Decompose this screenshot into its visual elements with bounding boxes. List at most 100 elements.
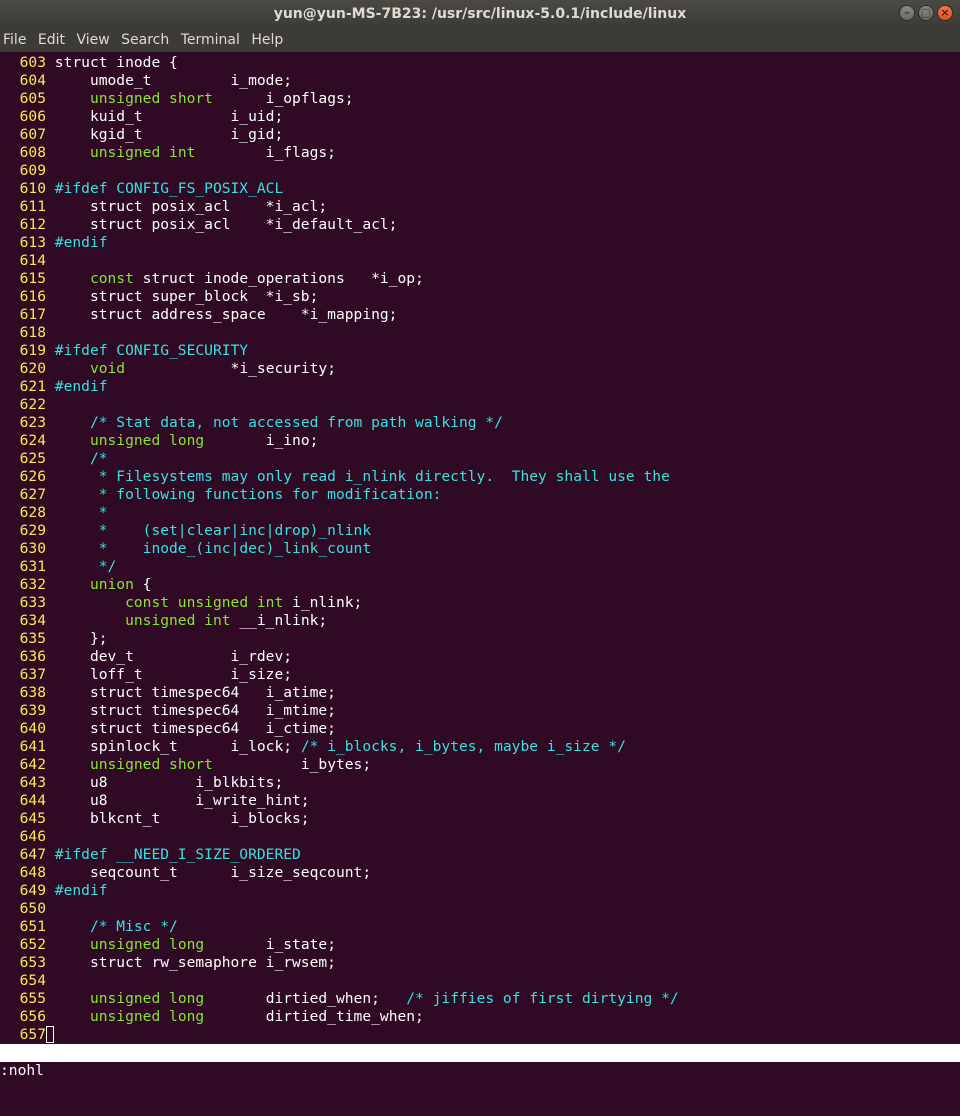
code-token: loff_t i_size;	[54, 666, 293, 683]
code-token: dirtied_when;	[204, 990, 407, 1007]
menu-search[interactable]: Search	[118, 28, 173, 52]
code-text: blkcnt_t i_blocks;	[46, 810, 310, 827]
code-line: 614	[0, 252, 960, 270]
line-number: 630	[19, 540, 46, 557]
line-number: 627	[19, 486, 46, 503]
menu-file[interactable]: File	[0, 28, 30, 52]
code-token: i_ino;	[204, 432, 319, 449]
code-line: 609	[0, 162, 960, 180]
code-text: unsigned long i_ino;	[46, 432, 318, 449]
code-text: unsigned long dirtied_when; /* jiffies o…	[46, 990, 679, 1007]
code-line: 640 struct timespec64 i_ctime;	[0, 720, 960, 738]
line-number: 650	[19, 900, 46, 917]
code-text: struct super_block *i_sb;	[46, 288, 318, 305]
code-token: __i_nlink;	[230, 612, 328, 629]
line-number: 618	[19, 324, 46, 341]
line-number: 651	[19, 918, 46, 935]
code-token: struct inode {	[54, 54, 178, 71]
code-line: 654	[0, 972, 960, 990]
menu-bar: File Edit View Search Terminal Help	[0, 28, 960, 52]
line-number: 642	[19, 756, 46, 773]
status-scroll-percent: 17%	[919, 1098, 946, 1115]
code-text: */	[46, 558, 117, 575]
code-token: dirtied_time_when;	[204, 1008, 424, 1025]
code-line: 636 dev_t i_rdev;	[0, 648, 960, 666]
code-text: #endif	[46, 234, 108, 251]
code-text: struct posix_acl *i_acl;	[46, 198, 327, 215]
code-line: 643 u8 i_blkbits;	[0, 774, 960, 792]
type-token: unsigned long	[89, 1008, 205, 1025]
menu-help[interactable]: Help	[248, 28, 287, 52]
comment-token: * (set|clear|inc|drop)_nlink	[98, 522, 372, 539]
line-number: 645	[19, 810, 46, 827]
code-text: #endif	[46, 882, 108, 899]
close-icon[interactable]: ×	[937, 5, 953, 21]
code-text: #ifdef CONFIG_SECURITY	[46, 342, 248, 359]
comment-token: /* Stat data, not accessed from path wal…	[89, 414, 503, 431]
type-token: union	[89, 576, 134, 593]
code-text: seqcount_t i_size_seqcount;	[46, 864, 371, 881]
code-token: };	[54, 630, 108, 647]
menu-terminal[interactable]: Terminal	[178, 28, 244, 52]
code-token: i_flags;	[195, 144, 336, 161]
code-line: 639 struct timespec64 i_mtime;	[0, 702, 960, 720]
line-number: 647	[19, 846, 46, 863]
line-number: 621	[19, 378, 46, 395]
minimize-icon[interactable]: –	[899, 5, 915, 21]
code-token: struct inode_operations *i_op;	[133, 270, 424, 287]
vim-editor-buffer[interactable]: 603 struct inode {604 umode_t i_mode; 605…	[0, 54, 960, 1044]
line-number: 626	[19, 468, 46, 485]
code-line: 629 * (set|clear|inc|drop)_nlink	[0, 522, 960, 540]
code-text: struct timespec64 i_atime;	[46, 684, 336, 701]
menu-view[interactable]: View	[73, 28, 113, 52]
code-text: /*	[46, 450, 108, 467]
vim-command-line[interactable]: :nohl	[0, 1062, 960, 1080]
preprocessor-token: #endif	[54, 882, 108, 899]
code-line: 617 struct address_space *i_mapping;	[0, 306, 960, 324]
code-line: 655 unsigned long dirtied_when; /* jiffi…	[0, 990, 960, 1008]
preprocessor-token: #ifdef __NEED_I_SIZE_ORDERED	[54, 846, 301, 863]
window-controls: – □ ×	[899, 5, 953, 21]
line-number: 637	[19, 666, 46, 683]
code-line: 648 seqcount_t i_size_seqcount;	[0, 864, 960, 882]
code-token: struct timespec64 i_atime;	[54, 684, 336, 701]
code-line: 626 * Filesystems may only read i_nlink …	[0, 468, 960, 486]
code-line: 619 #ifdef CONFIG_SECURITY	[0, 342, 960, 360]
code-text: u8 i_write_hint;	[46, 792, 310, 809]
code-line: 605 unsigned short i_opflags;	[0, 90, 960, 108]
type-token: const unsigned int	[125, 594, 284, 611]
code-token: i_state;	[204, 936, 336, 953]
code-text: #ifdef __NEED_I_SIZE_ORDERED	[46, 846, 301, 863]
comment-token: /* jiffies of first dirtying */	[406, 990, 679, 1007]
line-number: 624	[19, 432, 46, 449]
code-line: 647 #ifdef __NEED_I_SIZE_ORDERED	[0, 846, 960, 864]
code-token: u8 i_write_hint;	[54, 792, 310, 809]
code-token: {	[133, 576, 152, 593]
code-token: struct posix_acl *i_acl;	[54, 198, 328, 215]
menu-edit[interactable]: Edit	[35, 28, 69, 52]
code-line: 645 blkcnt_t i_blocks;	[0, 810, 960, 828]
line-number: 634	[19, 612, 46, 629]
code-text: void *i_security;	[46, 360, 336, 377]
code-text: unsigned long i_state;	[46, 936, 336, 953]
code-text: unsigned long dirtied_time_when;	[46, 1008, 424, 1025]
code-token: struct posix_acl *i_default_acl;	[54, 216, 398, 233]
line-number: 622	[19, 396, 46, 413]
code-line: 649 #endif	[0, 882, 960, 900]
code-text: dev_t i_rdev;	[46, 648, 292, 665]
code-text: * Filesystems may only read i_nlink dire…	[46, 468, 670, 485]
line-number: 629	[19, 522, 46, 539]
maximize-icon[interactable]: □	[918, 5, 934, 21]
